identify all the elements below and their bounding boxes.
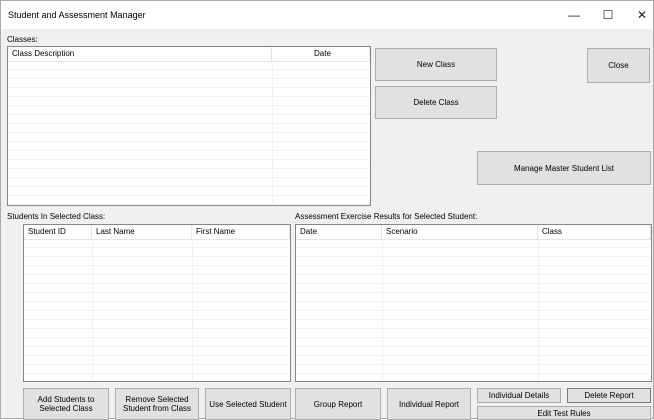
- empty-row: [296, 320, 651, 329]
- empty-row: [8, 151, 370, 160]
- classes-list[interactable]: Class Description Date: [7, 46, 371, 206]
- empty-row: [8, 142, 370, 151]
- column-header-date[interactable]: Date: [272, 47, 370, 61]
- students-list-header: Student ID Last Name First Name: [24, 225, 290, 240]
- empty-row: [24, 374, 290, 381]
- students-list[interactable]: Student ID Last Name First Name: [23, 224, 291, 382]
- empty-row: [24, 338, 290, 347]
- column-header-class[interactable]: Class: [538, 225, 651, 239]
- minimize-icon[interactable]: —: [557, 4, 591, 26]
- classes-list-header: Class Description Date: [8, 47, 370, 62]
- empty-row: [8, 61, 370, 70]
- window-title: Student and Assessment Manager: [8, 10, 146, 20]
- empty-row: [296, 248, 651, 257]
- students-label: Students In Selected Class:: [7, 212, 106, 221]
- empty-row: [8, 133, 370, 142]
- delete-report-button[interactable]: Delete Report: [567, 388, 651, 403]
- empty-row: [8, 70, 370, 79]
- empty-row: [8, 115, 370, 124]
- classes-label: Classes:: [7, 35, 38, 44]
- empty-row: [296, 365, 651, 374]
- edit-test-rules-button[interactable]: Edit Test Rules: [477, 406, 651, 420]
- empty-row: [8, 88, 370, 97]
- empty-row: [24, 293, 290, 302]
- close-icon[interactable]: ✕: [625, 4, 654, 26]
- empty-row: [296, 266, 651, 275]
- empty-row: [24, 257, 290, 266]
- empty-row: [296, 293, 651, 302]
- empty-row: [296, 284, 651, 293]
- empty-row: [24, 248, 290, 257]
- group-report-button[interactable]: Group Report: [295, 388, 381, 420]
- empty-row: [296, 275, 651, 284]
- empty-row: [24, 266, 290, 275]
- empty-row: [296, 257, 651, 266]
- empty-row: [24, 356, 290, 365]
- column-header-student-id[interactable]: Student ID: [24, 225, 92, 239]
- individual-report-button[interactable]: Individual Report: [387, 388, 471, 420]
- use-selected-student-button[interactable]: Use Selected Student: [205, 388, 291, 420]
- new-class-button[interactable]: New Class: [375, 48, 497, 81]
- maximize-icon[interactable]: ☐: [591, 4, 625, 26]
- results-list-header: Date Scenario Class: [296, 225, 651, 240]
- empty-row: [8, 187, 370, 196]
- column-header-scenario[interactable]: Scenario: [382, 225, 538, 239]
- empty-row: [24, 311, 290, 320]
- empty-row: [8, 160, 370, 169]
- empty-row: [8, 97, 370, 106]
- empty-row: [296, 311, 651, 320]
- manage-master-student-list-button[interactable]: Manage Master Student List: [477, 151, 651, 185]
- empty-row: [24, 347, 290, 356]
- empty-row: [296, 338, 651, 347]
- results-list[interactable]: Date Scenario Class: [295, 224, 652, 382]
- column-header-class-description[interactable]: Class Description: [8, 47, 272, 61]
- delete-class-button[interactable]: Delete Class: [375, 86, 497, 119]
- empty-row: [296, 302, 651, 311]
- close-button[interactable]: Close: [587, 48, 650, 83]
- empty-row: [24, 320, 290, 329]
- empty-row: [24, 365, 290, 374]
- empty-row: [8, 79, 370, 88]
- individual-details-button[interactable]: Individual Details: [477, 388, 561, 403]
- remove-selected-student-button[interactable]: Remove Selected Student from Class: [115, 388, 199, 420]
- empty-row: [296, 329, 651, 338]
- empty-row: [296, 347, 651, 356]
- column-header-first-name[interactable]: First Name: [192, 225, 290, 239]
- empty-row: [8, 178, 370, 187]
- main-window: Student and Assessment Manager — ☐ ✕ Cla…: [0, 0, 654, 420]
- column-header-last-name[interactable]: Last Name: [92, 225, 192, 239]
- empty-row: [24, 329, 290, 338]
- empty-row: [8, 169, 370, 178]
- title-bar: Student and Assessment Manager — ☐ ✕: [1, 1, 653, 29]
- empty-row: [8, 106, 370, 115]
- empty-row: [24, 239, 290, 248]
- empty-row: [8, 196, 370, 205]
- add-students-button[interactable]: Add Students to Selected Class: [23, 388, 109, 420]
- results-label: Assessment Exercise Results for Selected…: [295, 212, 478, 221]
- empty-row: [24, 302, 290, 311]
- empty-row: [8, 124, 370, 133]
- column-header-date[interactable]: Date: [296, 225, 382, 239]
- empty-row: [24, 284, 290, 293]
- empty-row: [296, 356, 651, 365]
- empty-row: [24, 275, 290, 284]
- empty-row: [296, 239, 651, 248]
- empty-row: [296, 374, 651, 381]
